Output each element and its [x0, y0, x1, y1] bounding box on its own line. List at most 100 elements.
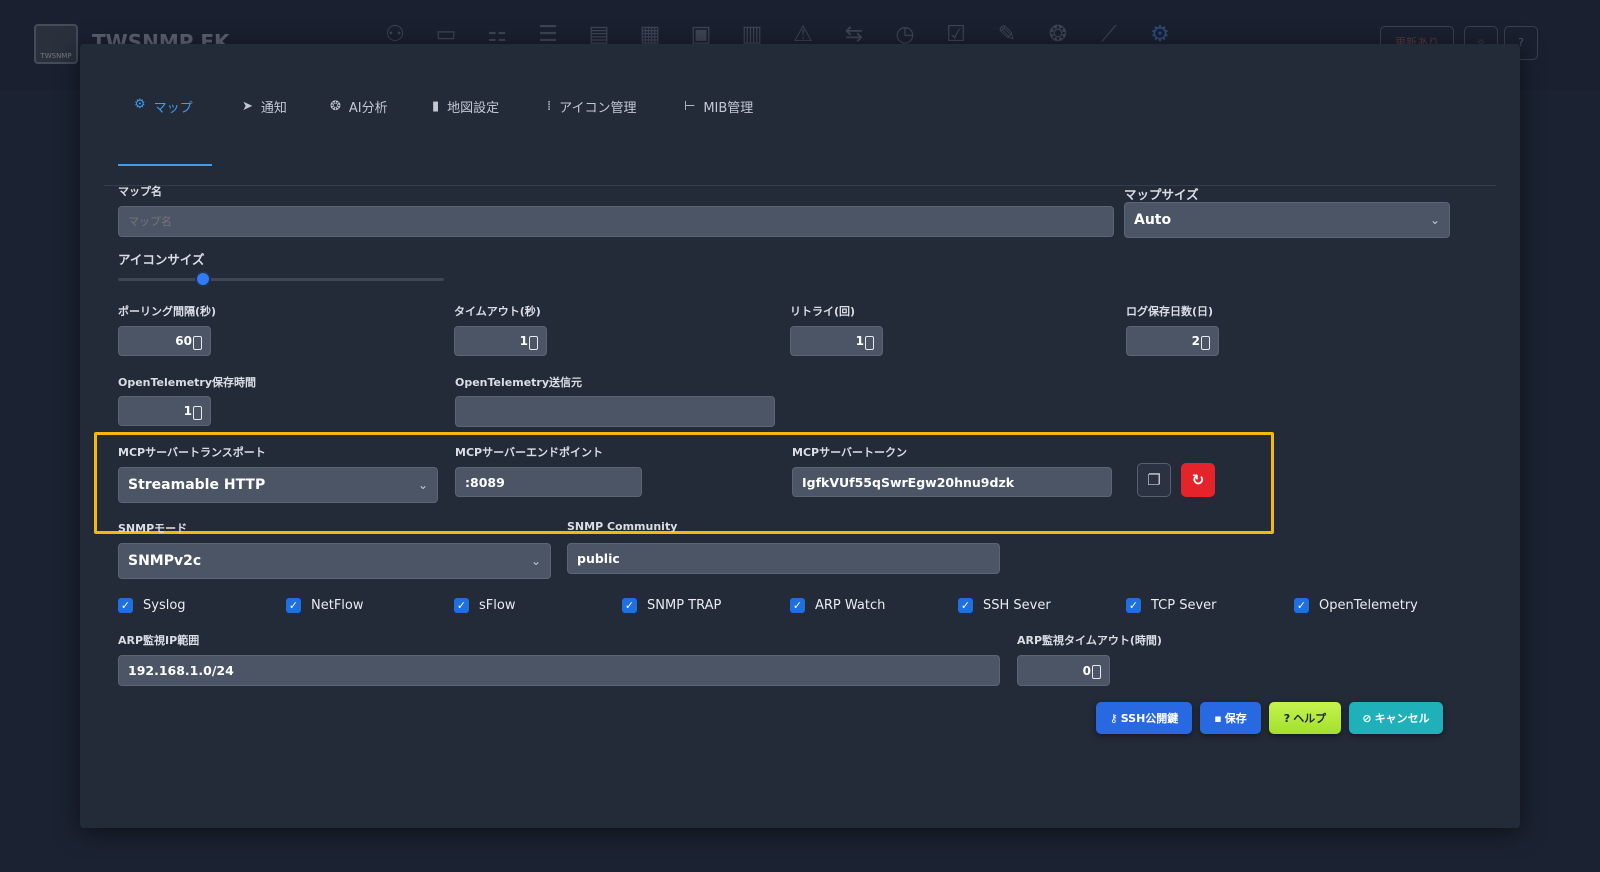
tcp-server-checkbox[interactable]: ✓ TCP Sever: [1126, 598, 1217, 613]
app-logo: TWSNMP: [34, 24, 78, 64]
tab-geo-label: 地図設定: [447, 101, 500, 116]
timeout-label: タイムアウト(秒): [454, 305, 541, 318]
tab-icons[interactable]: ⁞ アイコン管理: [547, 97, 637, 116]
retry-value: 1: [855, 334, 864, 348]
mcp-transport-label: MCPサーバートランスポート: [118, 446, 266, 459]
arp-range-input[interactable]: 192.168.1.0/24: [118, 655, 1000, 686]
arp-range-label: ARP監視IP範囲: [118, 634, 200, 647]
save-label: 保存: [1224, 712, 1247, 725]
ssh-key-label: SSH公開鍵: [1120, 712, 1179, 725]
snmp-trap-label: SNMP TRAP: [647, 598, 722, 613]
mcp-token-label: MCPサーバートークン: [792, 446, 907, 459]
polling-interval-input[interactable]: 60: [118, 326, 211, 356]
mcp-transport-select[interactable]: Streamable HTTP ⌄: [118, 467, 438, 503]
chevron-down-icon: ⌄: [530, 554, 541, 568]
otel-retention-input[interactable]: 1: [118, 396, 211, 426]
tab-ai-label: AI分析: [348, 101, 388, 116]
icon-size-slider-track[interactable]: [118, 278, 444, 281]
checkbox-check-icon: ✓: [1126, 598, 1141, 613]
copy-icon: ❐: [1147, 471, 1161, 489]
retry-input[interactable]: 1: [790, 326, 883, 356]
tab-mib-label: MIB管理: [703, 101, 754, 116]
snmp-trap-checkbox[interactable]: ✓ SNMP TRAP: [622, 598, 721, 613]
refresh-icon: ↻: [1191, 471, 1205, 489]
key-icon: ⚷: [1109, 711, 1118, 725]
otel-source-input[interactable]: [455, 396, 775, 427]
map-icon: ▮: [432, 99, 440, 114]
mcp-token-value: IgfkVUf55qSwrEgw20hnu9dzk: [802, 474, 1015, 490]
arp-watch-checkbox[interactable]: ✓ ARP Watch: [790, 598, 885, 613]
send-icon: ➤: [242, 99, 253, 114]
mcp-token-input[interactable]: IgfkVUf55qSwrEgw20hnu9dzk: [792, 467, 1112, 497]
otel-retention-value: 1: [183, 404, 192, 418]
tab-ai[interactable]: ❂ AI分析: [330, 97, 388, 116]
mcp-transport-value: Streamable HTTP: [128, 477, 266, 493]
log-days-input[interactable]: 2: [1126, 326, 1219, 356]
arp-timeout-value: 0: [1082, 663, 1091, 678]
tab-icons-label: アイコン管理: [559, 101, 637, 116]
otel-retention-label: OpenTelemetry保存時間: [118, 376, 257, 389]
polling-interval-value: 60: [175, 334, 192, 348]
help-label: ヘルプ: [1293, 712, 1327, 725]
snmp-mode-value: SNMPv2c: [128, 553, 202, 569]
checkbox-check-icon: ✓: [118, 598, 133, 613]
map-size-select[interactable]: Auto ⌄: [1124, 202, 1450, 238]
tab-geo[interactable]: ▮ 地図設定: [432, 97, 499, 116]
cancel-icon: ⊘: [1362, 711, 1372, 725]
mcp-endpoint-label: MCPサーバーエンドポイント: [455, 446, 603, 459]
tab-mib[interactable]: ⊢ MIB管理: [684, 97, 753, 116]
opentelemetry-checkbox[interactable]: ✓ OpenTelemetry: [1294, 598, 1418, 613]
ssh-server-label: SSH Sever: [983, 598, 1051, 613]
copy-token-button[interactable]: ❐: [1137, 463, 1171, 497]
tcp-server-label: TCP Sever: [1151, 598, 1217, 613]
arp-timeout-input[interactable]: 0: [1017, 655, 1110, 686]
netflow-label: NetFlow: [311, 598, 364, 613]
retry-label: リトライ(回): [790, 305, 856, 318]
opentelemetry-label: OpenTelemetry: [1319, 598, 1418, 613]
timeout-value: 1: [519, 334, 528, 348]
syslog-checkbox[interactable]: ✓ Syslog: [118, 598, 186, 613]
chevron-down-icon: ⌄: [417, 478, 428, 492]
snmp-mode-label: SNMPモード: [118, 522, 188, 535]
save-button[interactable]: ▪ 保存: [1200, 702, 1261, 734]
log-days-label: ログ保存日数(日): [1126, 305, 1214, 318]
brain-icon: ❂: [330, 99, 341, 114]
arp-watch-label: ARP Watch: [815, 598, 886, 613]
arp-timeout-label: ARP監視タイムアウト(時間): [1017, 634, 1162, 647]
checkbox-check-icon: ✓: [790, 598, 805, 613]
icon-size-slider-thumb[interactable]: [194, 271, 211, 287]
help-button[interactable]: ? ヘルプ: [1269, 702, 1341, 734]
snmp-mode-select[interactable]: SNMPv2c ⌄: [118, 543, 551, 579]
ssh-key-button[interactable]: ⚷ SSH公開鍵: [1096, 702, 1192, 734]
snmp-community-input[interactable]: public: [567, 543, 1000, 574]
map-size-label: マップサイズ: [1124, 187, 1199, 202]
cancel-label: キャンセル: [1374, 712, 1430, 725]
netflow-checkbox[interactable]: ✓ NetFlow: [286, 598, 364, 613]
tab-notify-label: 通知: [260, 101, 287, 116]
cancel-button[interactable]: ⊘ キャンセル: [1349, 702, 1443, 734]
sflow-label: sFlow: [479, 598, 516, 613]
ssh-server-checkbox[interactable]: ✓ SSH Sever: [958, 598, 1051, 613]
save-icon: ▪: [1214, 711, 1222, 725]
checkbox-check-icon: ✓: [286, 598, 301, 613]
otel-source-label: OpenTelemetry送信元: [455, 376, 583, 389]
regenerate-token-button[interactable]: ↻: [1181, 463, 1215, 497]
snmp-community-label: SNMP Community: [567, 520, 678, 533]
app-logo-text: TWSNMP: [40, 52, 72, 60]
grid-icon: ⁞: [547, 99, 552, 114]
mcp-endpoint-value: :8089: [465, 474, 505, 490]
icon-size-label: アイコンサイズ: [118, 252, 205, 267]
feature-checkboxes: ✓ Syslog ✓ NetFlow ✓ sFlow ✓ SNMP TRAP ✓ ARP …: [118, 598, 1458, 618]
tab-notify[interactable]: ➤ 通知: [242, 97, 287, 116]
tab-map[interactable]: ⚙ マップ: [118, 84, 212, 166]
question-icon: ?: [1283, 711, 1291, 725]
snmp-community-value: public: [577, 551, 620, 566]
map-name-input[interactable]: [118, 206, 1114, 237]
timeout-input[interactable]: 1: [454, 326, 547, 356]
mcp-endpoint-input[interactable]: :8089: [455, 467, 642, 497]
map-size-value: Auto: [1134, 212, 1172, 228]
checkbox-check-icon: ✓: [454, 598, 469, 613]
chevron-down-icon: ⌄: [1429, 213, 1440, 227]
checkbox-check-icon: ✓: [958, 598, 973, 613]
sflow-checkbox[interactable]: ✓ sFlow: [454, 598, 515, 613]
